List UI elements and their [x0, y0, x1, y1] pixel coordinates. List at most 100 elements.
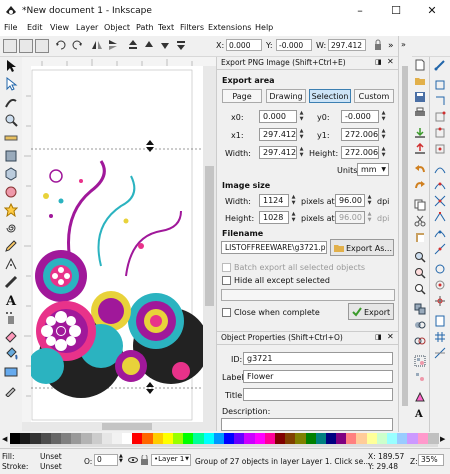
horizontal-scrollbar[interactable]	[22, 422, 216, 431]
toolbar-overflow-icon[interactable]: »	[388, 41, 394, 51]
tab-page[interactable]: Page	[222, 89, 262, 103]
zoom-selection-icon[interactable]	[414, 251, 426, 263]
flip-horizontal-icon[interactable]	[91, 39, 103, 51]
vertical-scroll-thumb[interactable]	[205, 166, 214, 306]
unlink-clone-icon[interactable]	[414, 335, 426, 347]
dock-scroll-thumb[interactable]	[402, 66, 408, 406]
height-field[interactable]: 272.006	[341, 146, 379, 159]
height-spinner[interactable]: ▲ ▼	[380, 146, 387, 159]
spray-tool-icon[interactable]	[4, 311, 18, 325]
snap-bbox-centers-icon[interactable]	[434, 143, 446, 155]
flip-vertical-icon[interactable]	[107, 39, 119, 51]
fill-stroke-icon[interactable]	[414, 391, 426, 403]
ungroup-icon[interactable]	[414, 371, 426, 383]
print-icon[interactable]	[414, 107, 426, 119]
snap-guides-icon[interactable]	[434, 347, 446, 359]
y-field[interactable]: -0.000	[276, 39, 312, 51]
x1-spinner[interactable]: ▲ ▼	[298, 128, 305, 141]
save-icon[interactable]	[414, 91, 426, 103]
palette-scrollbar[interactable]	[10, 444, 438, 447]
w-field[interactable]: 297.412	[328, 39, 366, 51]
palette-scroll-right-icon[interactable]: ▶	[440, 435, 445, 443]
layer-lock-icon[interactable]	[140, 455, 149, 465]
label-field[interactable]: Flower	[243, 370, 393, 383]
snap-toggle-icon[interactable]	[434, 59, 446, 71]
dock-minimize-icon-2[interactable]: ◨	[375, 333, 382, 341]
snap-midpoints-icon[interactable]	[434, 243, 446, 255]
snap-bbox-corners-icon[interactable]	[434, 111, 446, 123]
x0-spinner[interactable]: ▲ ▼	[298, 110, 305, 123]
snap-paths-icon[interactable]	[434, 179, 446, 191]
select-all-layers-icon[interactable]	[19, 39, 33, 53]
star-tool-icon[interactable]	[4, 203, 18, 217]
rotate-ccw-icon[interactable]	[55, 39, 67, 51]
open-icon[interactable]	[414, 75, 426, 87]
dropper-tool-icon[interactable]	[4, 383, 18, 397]
filename-field[interactable]: LISTOFFREEWARE\g3721.png	[221, 241, 327, 254]
vertical-scrollbar[interactable]	[203, 66, 216, 422]
dpi-spinner[interactable]: ▲ ▼	[366, 194, 373, 207]
img-height-spinner[interactable]: ▲ ▼	[290, 211, 297, 224]
dock-minimize-icon[interactable]: ◨	[375, 58, 382, 66]
eye-icon[interactable]	[128, 455, 138, 465]
menu-edit[interactable]: Edit	[27, 23, 43, 32]
snap-nodes-icon[interactable]	[434, 163, 446, 175]
units-select[interactable]: mm ▼	[357, 163, 389, 176]
menu-text[interactable]: Text	[158, 23, 174, 32]
tweak-tool-icon[interactable]	[4, 95, 18, 109]
stroke-value[interactable]: Unset	[40, 462, 62, 471]
opacity-spinner[interactable]: ▲ ▼	[119, 454, 123, 464]
eraser-tool-icon[interactable]	[4, 329, 18, 343]
menu-help[interactable]: Help	[255, 23, 273, 32]
snap-grid-icon[interactable]	[434, 331, 446, 343]
pen-tool-icon[interactable]	[4, 257, 18, 271]
ellipse-tool-icon[interactable]	[4, 185, 18, 199]
export-icon[interactable]	[414, 143, 426, 155]
snap-page-icon[interactable]	[434, 315, 446, 327]
snap-bbox-edges-icon[interactable]	[434, 95, 446, 107]
snap-others-icon[interactable]	[434, 263, 446, 275]
x1-field[interactable]: 297.412	[259, 128, 297, 141]
palette-scroll-left-icon[interactable]: ◀	[2, 435, 7, 443]
rectangle-tool-icon[interactable]	[4, 149, 18, 163]
copy-icon[interactable]	[414, 199, 426, 211]
export-button[interactable]: Export	[348, 303, 394, 320]
title-field[interactable]	[243, 388, 393, 401]
close-button[interactable]: ✕	[414, 0, 450, 22]
img-width-spinner[interactable]: ▲ ▼	[290, 194, 297, 207]
zoom-page-icon[interactable]	[414, 283, 426, 295]
gradient-tool-icon[interactable]	[4, 365, 18, 379]
horizontal-scroll-thumb[interactable]	[102, 423, 152, 430]
x0-field[interactable]: 0.000	[259, 110, 297, 123]
lower-icon[interactable]	[159, 39, 171, 51]
x-field[interactable]: 0.000	[226, 39, 262, 51]
dock-close-icon[interactable]: ✕	[387, 57, 394, 66]
menu-file[interactable]: File	[4, 23, 17, 32]
menu-filters[interactable]: Filters	[180, 23, 204, 32]
img-width-field[interactable]: 1124	[259, 194, 289, 207]
menu-layer[interactable]: Layer	[76, 23, 98, 32]
calligraphy-tool-icon[interactable]	[4, 275, 18, 289]
raise-to-top-icon[interactable]	[127, 39, 139, 51]
raise-icon[interactable]	[143, 39, 155, 51]
menu-view[interactable]: View	[50, 23, 69, 32]
img-height-field[interactable]: 1028	[259, 211, 289, 224]
snap-object-centers-icon[interactable]	[434, 279, 446, 291]
y1-spinner[interactable]: ▲ ▼	[380, 128, 387, 141]
menu-extensions[interactable]: Extensions	[208, 23, 251, 32]
clone-icon[interactable]	[414, 319, 426, 331]
overflow-chevron-icon[interactable]: »	[401, 40, 406, 49]
layer-select[interactable]: •Layer 1 ▼	[151, 454, 191, 466]
new-document-icon[interactable]	[414, 59, 426, 71]
description-textarea[interactable]	[221, 418, 393, 431]
tab-custom[interactable]: Custom	[354, 89, 394, 103]
lock-icon[interactable]	[372, 39, 384, 51]
snap-bbox-icon[interactable]	[434, 79, 446, 91]
paint-bucket-tool-icon[interactable]	[4, 347, 18, 361]
drawing-canvas[interactable]	[31, 66, 203, 422]
deselect-icon[interactable]	[35, 39, 49, 53]
paste-icon[interactable]	[414, 231, 426, 243]
hide-all-checkbox[interactable]	[222, 276, 231, 285]
minimize-button[interactable]: –	[342, 0, 378, 22]
dock-close-icon-2[interactable]: ✕	[387, 332, 394, 341]
